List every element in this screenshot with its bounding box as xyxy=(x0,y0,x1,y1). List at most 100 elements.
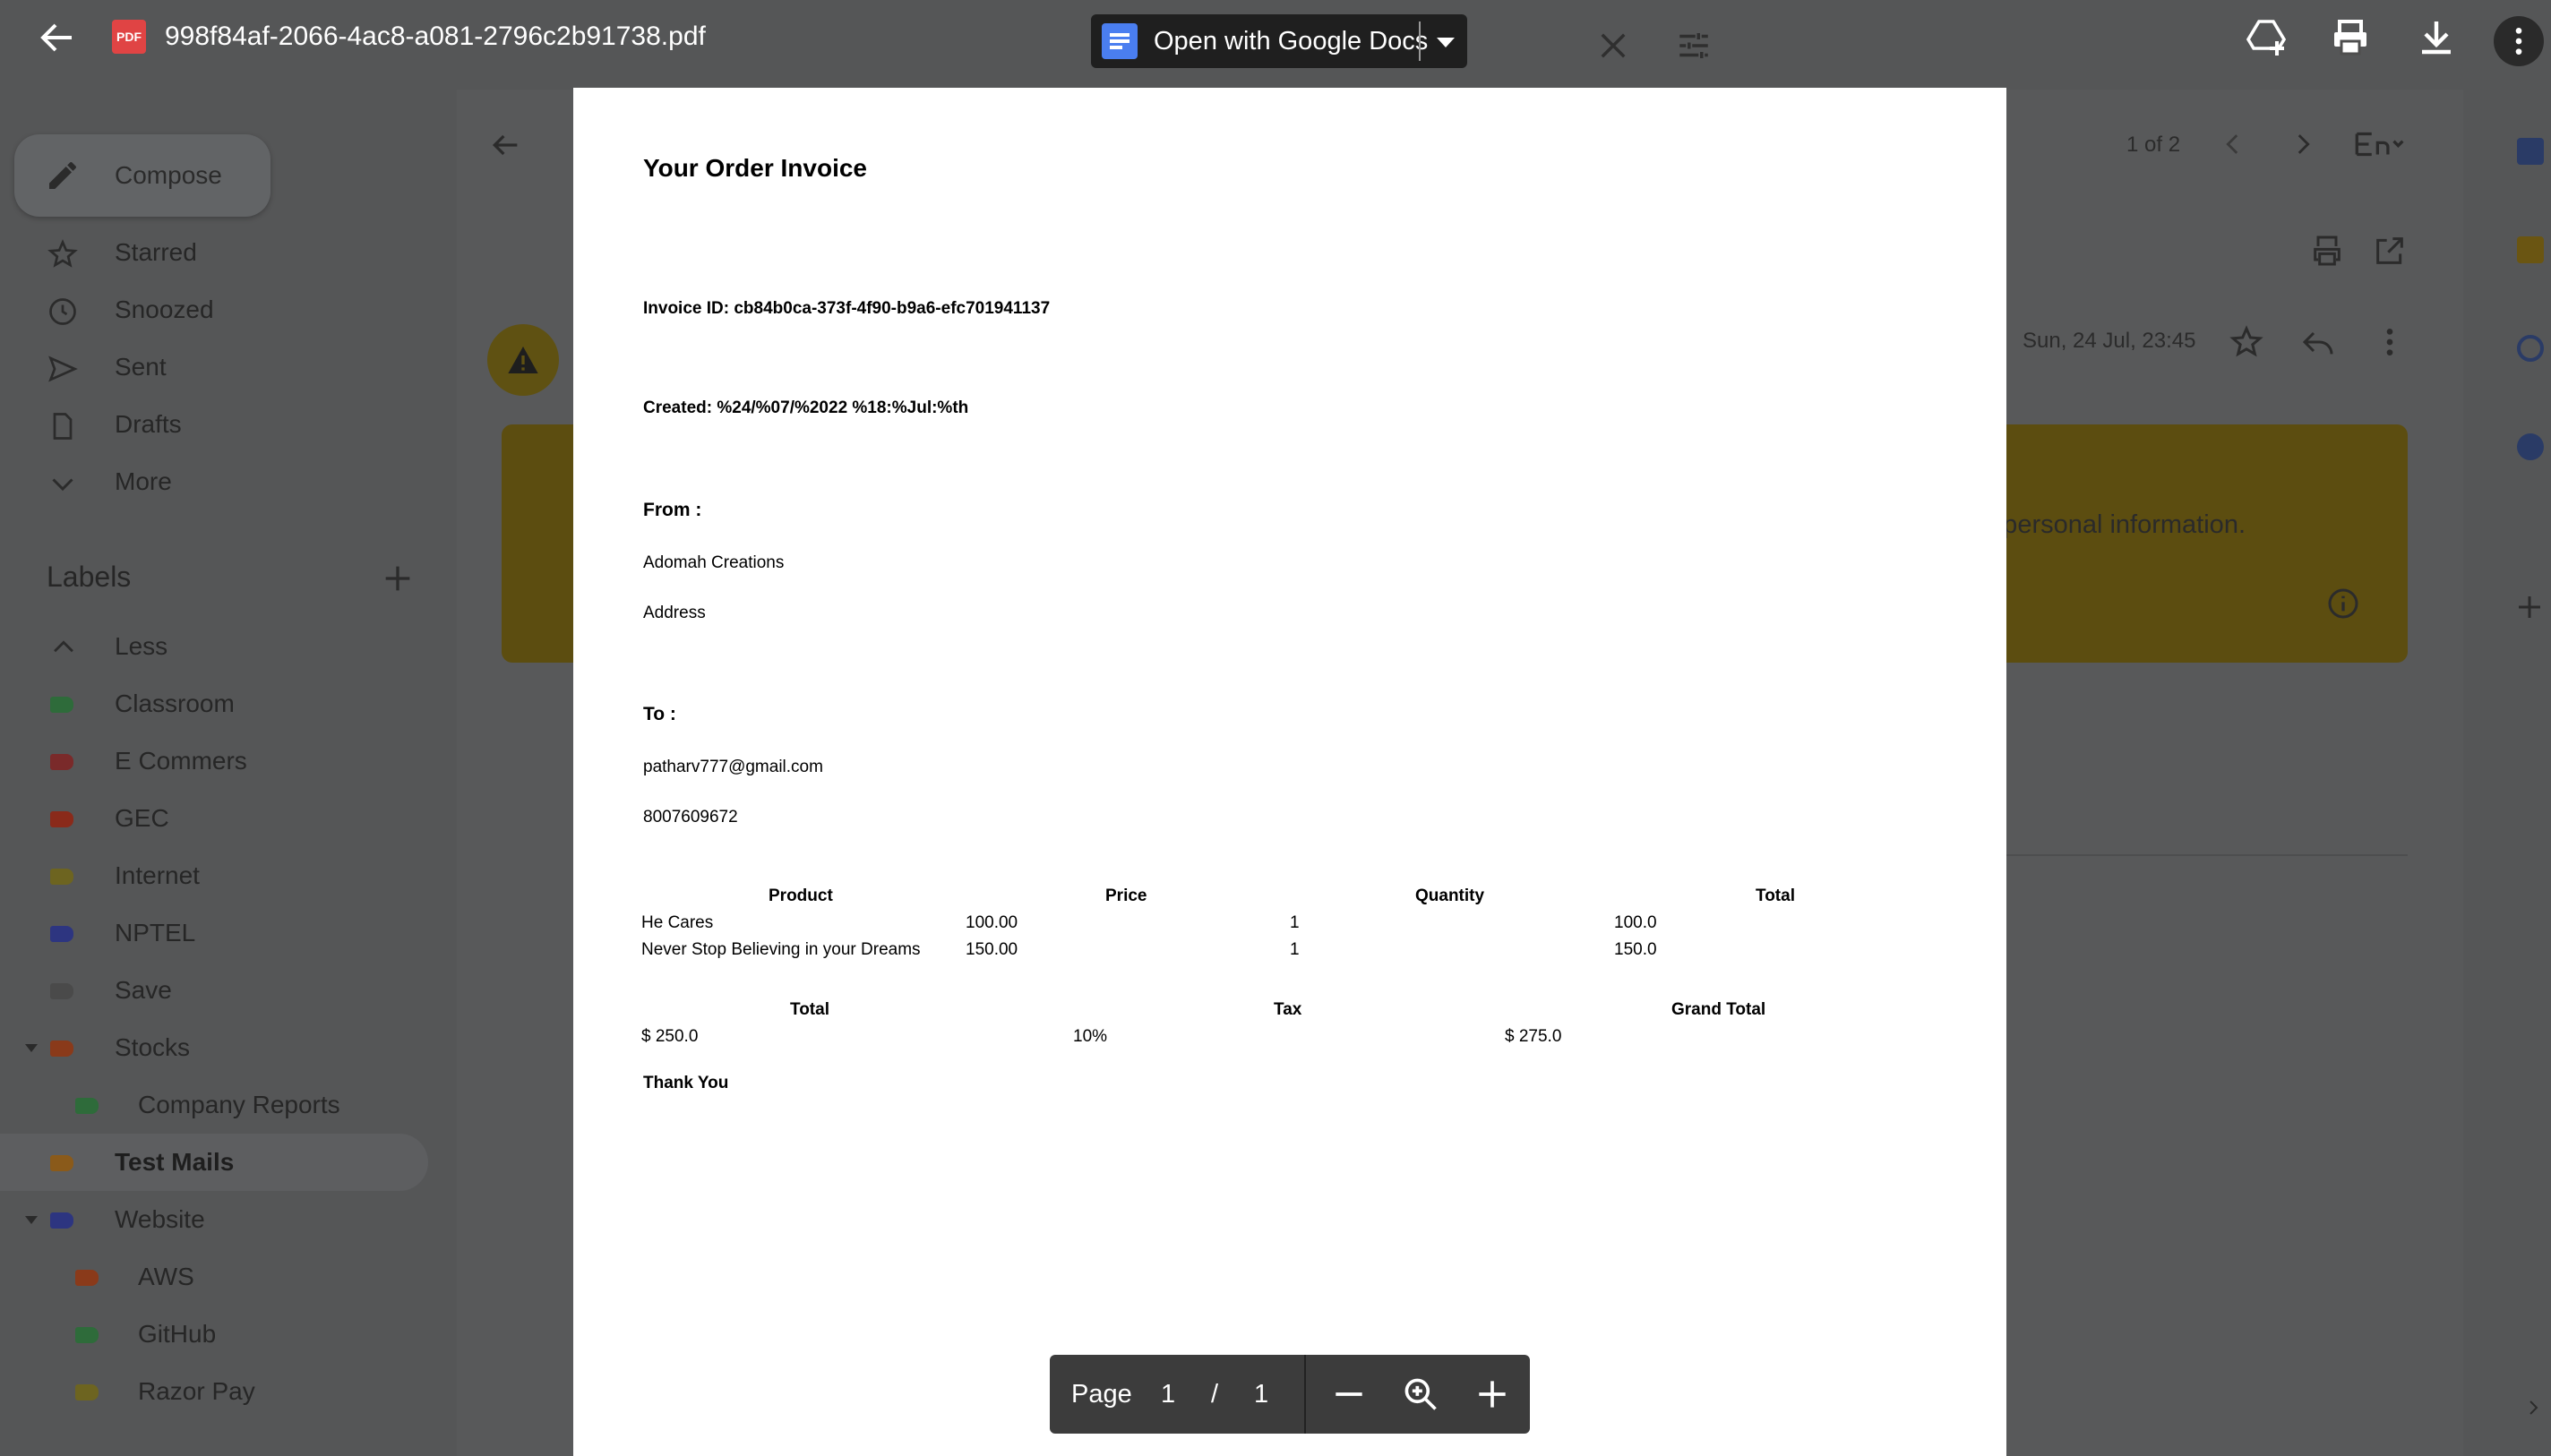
input-tools-icon[interactable] xyxy=(2354,129,2404,159)
label-color-icon xyxy=(50,811,73,827)
label-aws[interactable]: AWS xyxy=(0,1248,428,1306)
nav-more[interactable]: More xyxy=(0,453,428,510)
label-text: Internet xyxy=(115,861,200,889)
label-save[interactable]: Save xyxy=(0,962,428,1019)
info-icon[interactable] xyxy=(2325,586,2361,621)
back-arrow-icon[interactable] xyxy=(36,16,79,59)
label-less[interactable]: Less xyxy=(0,618,428,675)
zoom-icon[interactable] xyxy=(1401,1375,1440,1414)
more-vert-icon[interactable] xyxy=(2372,324,2408,360)
add-addon-icon[interactable] xyxy=(2513,591,2546,623)
label-color-icon xyxy=(50,1155,73,1171)
table-cell: 100.00 xyxy=(966,913,1018,932)
open-with-google-docs-button[interactable]: Open with Google Docs xyxy=(1091,14,1467,68)
expand-caret-icon[interactable] xyxy=(25,1044,38,1052)
label-text: NPTEL xyxy=(115,919,196,946)
label-text: Classroom xyxy=(115,689,235,717)
label-stocks[interactable]: Stocks xyxy=(0,1019,428,1076)
table-header: Price xyxy=(1105,886,1147,905)
zoom-out-icon[interactable] xyxy=(1329,1375,1369,1414)
summary-value: 10% xyxy=(1073,1027,1108,1046)
label-text: Test Mails xyxy=(115,1148,235,1176)
nav-label: Sent xyxy=(115,353,167,381)
draft-file-icon xyxy=(53,413,73,440)
label-gec[interactable]: GEC xyxy=(0,790,428,847)
open-in-new-window-icon[interactable] xyxy=(2372,233,2408,269)
label-company-reports[interactable]: Company Reports xyxy=(0,1076,428,1134)
label-test-mails[interactable]: Test Mails xyxy=(0,1134,428,1191)
message-date: Sun, 24 Jul, 23:45 xyxy=(2023,329,2196,353)
nav-snoozed[interactable]: Snoozed xyxy=(0,281,428,338)
nav-label: Snoozed xyxy=(115,295,214,323)
open-with-label: Open with Google Docs xyxy=(1154,27,1429,56)
total-pages: 1 xyxy=(1254,1380,1269,1409)
page-controls: Page 1 / 1 xyxy=(1050,1355,1530,1434)
download-icon[interactable] xyxy=(2415,16,2458,59)
label-color-icon xyxy=(75,1270,99,1286)
pagination-text: 1 of 2 xyxy=(2126,133,2181,157)
button-separator xyxy=(1419,21,1421,61)
label-color-icon xyxy=(50,697,73,713)
search-options-icon[interactable] xyxy=(1675,27,1713,64)
table-header: Product xyxy=(769,886,833,905)
dropdown-arrow-icon[interactable] xyxy=(1437,38,1455,47)
nav-label: Starred xyxy=(115,238,197,266)
calendar-icon[interactable] xyxy=(2517,138,2544,165)
keep-icon[interactable] xyxy=(2517,236,2544,263)
from-label: From : xyxy=(643,500,702,520)
invoice-created: Created: %24/%07/%2022 %18:%Jul:%th xyxy=(643,398,969,417)
summary-value: $ 275.0 xyxy=(1505,1027,1562,1046)
print-icon[interactable] xyxy=(2309,233,2345,269)
label-color-icon xyxy=(50,983,73,999)
contacts-icon[interactable] xyxy=(2517,433,2544,460)
file-name: 998f84af-2066-4ac8-a081-2796c2b91738.pdf xyxy=(165,21,706,51)
zoom-in-icon[interactable] xyxy=(1473,1375,1512,1414)
pdf-file-icon: PDF xyxy=(112,20,146,54)
label-github[interactable]: GitHub xyxy=(0,1306,428,1363)
summary-header: Total xyxy=(790,1000,829,1019)
warning-banner-text: h personal information. xyxy=(1981,510,2246,539)
nav-label: Drafts xyxy=(115,410,182,438)
label-text: Razor Pay xyxy=(138,1377,255,1405)
invoice-title: Your Order Invoice xyxy=(643,154,867,182)
summary-value: $ 250.0 xyxy=(641,1027,699,1046)
reply-icon[interactable] xyxy=(2300,324,2336,360)
nav-drafts[interactable]: Drafts xyxy=(0,396,428,453)
side-panel-rail xyxy=(2481,107,2551,1451)
pencil-icon xyxy=(49,162,76,189)
chevron-up-icon xyxy=(54,640,73,653)
chevron-right-icon[interactable] xyxy=(2522,1397,2544,1418)
add-label-icon[interactable] xyxy=(380,561,416,596)
table-header: Total xyxy=(1756,886,1795,905)
label-internet[interactable]: Internet xyxy=(0,847,428,904)
page-label: Page xyxy=(1071,1380,1132,1409)
nav-sent[interactable]: Sent xyxy=(0,338,428,396)
chevron-right-icon[interactable] xyxy=(2288,129,2318,159)
label-razor-pay[interactable]: Razor Pay xyxy=(0,1363,428,1420)
label-text: Save xyxy=(115,976,172,1004)
summary-header: Tax xyxy=(1274,1000,1302,1019)
to-label: To : xyxy=(643,704,676,724)
label-classroom[interactable]: Classroom xyxy=(0,675,428,732)
gmail-sidebar: Compose Starred Snoozed Sent Drafts More… xyxy=(0,0,457,1456)
label-e-commers[interactable]: E Commers xyxy=(0,732,428,790)
label-nptel[interactable]: NPTEL xyxy=(0,904,428,962)
current-page-input[interactable]: 1 xyxy=(1161,1376,1175,1412)
tasks-icon[interactable] xyxy=(2517,335,2544,362)
more-options-button[interactable] xyxy=(2494,16,2544,66)
add-to-drive-icon[interactable] xyxy=(2245,16,2288,59)
label-color-icon xyxy=(75,1327,99,1343)
nav-starred[interactable]: Starred xyxy=(0,224,428,281)
back-arrow-icon[interactable] xyxy=(487,127,523,163)
close-icon[interactable] xyxy=(1594,27,1632,64)
star-icon[interactable] xyxy=(2229,324,2264,360)
compose-button[interactable]: Compose xyxy=(14,134,271,217)
label-website[interactable]: Website xyxy=(0,1191,428,1248)
label-color-icon xyxy=(50,869,73,885)
expand-caret-icon[interactable] xyxy=(25,1216,38,1224)
warning-icon xyxy=(508,347,538,373)
google-docs-icon xyxy=(1102,23,1138,59)
table-cell: 100.0 xyxy=(1614,913,1657,932)
print-icon[interactable] xyxy=(2329,16,2372,59)
chevron-left-icon[interactable] xyxy=(2218,129,2248,159)
